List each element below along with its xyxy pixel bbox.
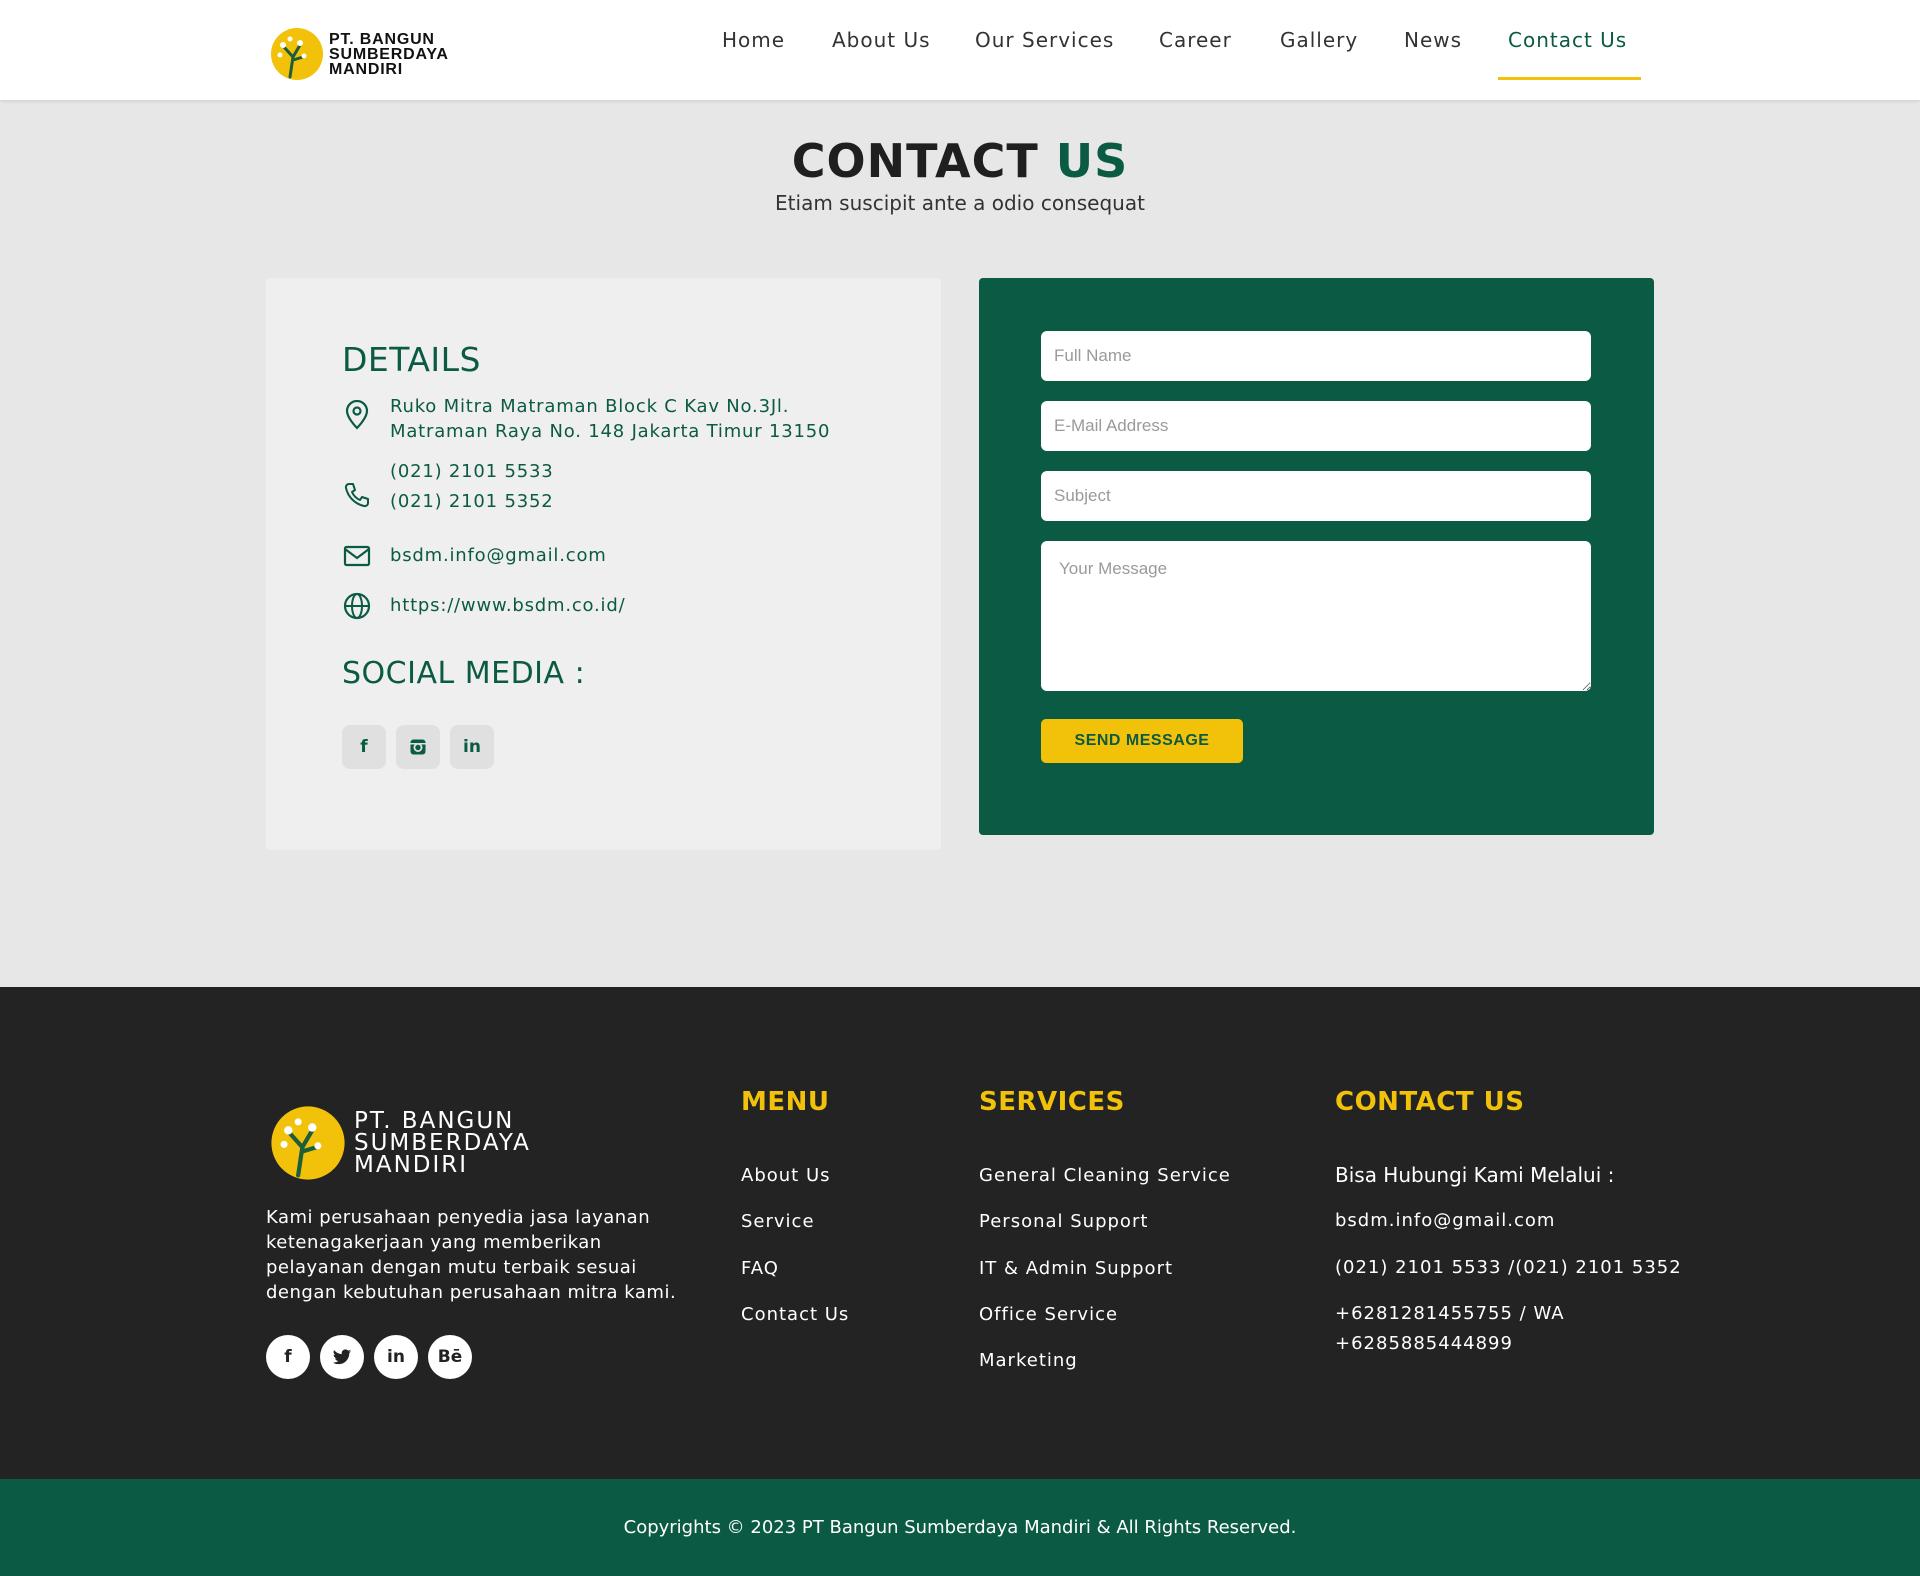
company-logo[interactable]: PT. BANGUN SUMBERDAYA MANDIRI bbox=[270, 27, 449, 81]
nav-our-services[interactable]: Our Services bbox=[975, 28, 1114, 52]
social-media-heading: SOCIAL MEDIA : bbox=[342, 656, 586, 691]
map-pin-icon bbox=[342, 400, 372, 430]
logo-line: PT. BANGUN bbox=[354, 1108, 515, 1134]
logo-line: SUMBERDAYA bbox=[329, 45, 449, 63]
mail-icon bbox=[342, 541, 372, 571]
footer-service-item[interactable]: Office Service bbox=[979, 1304, 1118, 1325]
phone-number[interactable]: (021) 2101 5533 bbox=[390, 457, 553, 487]
footer-menu-about[interactable]: About Us bbox=[741, 1165, 831, 1186]
website-link[interactable]: https://www.bsdm.co.id/ bbox=[390, 593, 625, 618]
footer-service-item[interactable]: Personal Support bbox=[979, 1211, 1148, 1232]
footer-menu-contact[interactable]: Contact Us bbox=[741, 1304, 849, 1325]
footer-contact-heading: CONTACT US bbox=[1335, 1087, 1525, 1117]
nav-home[interactable]: Home bbox=[722, 28, 785, 52]
site-footer: PT. BANGUN SUMBERDAYA MANDIRI Kami perus… bbox=[0, 987, 1920, 1479]
facebook-icon[interactable]: f bbox=[266, 1335, 310, 1379]
title-main: CONTACT bbox=[791, 134, 1039, 188]
title-accent: US bbox=[1055, 134, 1129, 188]
footer-contact-email[interactable]: bsdm.info@gmail.com bbox=[1335, 1206, 1555, 1236]
wa-line: +6285885444899 bbox=[1335, 1333, 1513, 1354]
nav-about-us[interactable]: About Us bbox=[832, 28, 931, 52]
logo-line: PT. BANGUN bbox=[329, 30, 435, 48]
page-title: CONTACT US bbox=[0, 134, 1920, 188]
nav-gallery[interactable]: Gallery bbox=[1280, 28, 1358, 52]
globe-icon bbox=[342, 591, 372, 621]
footer-service-item[interactable]: Marketing bbox=[979, 1350, 1078, 1371]
footer-contact-wa[interactable]: +6281281455755 / WA +6285885444899 bbox=[1335, 1299, 1565, 1359]
phone-row: (021) 2101 5533 (021) 2101 5352 bbox=[342, 461, 553, 512]
send-message-button[interactable]: SEND MESSAGE bbox=[1041, 719, 1243, 763]
nav-contact-us[interactable]: Contact Us bbox=[1508, 28, 1627, 52]
logo-line: MANDIRI bbox=[329, 60, 404, 78]
footer-logo-text: PT. BANGUN SUMBERDAYA MANDIRI bbox=[354, 1108, 531, 1178]
linkedin-icon[interactable]: in bbox=[374, 1335, 418, 1379]
site-header: PT. BANGUN SUMBERDAYA MANDIRI Home About… bbox=[0, 0, 1920, 100]
twitter-icon[interactable] bbox=[320, 1335, 364, 1379]
subject-input[interactable] bbox=[1041, 471, 1591, 521]
description-line: pelayanan dengan mutu terbaik sesuai bbox=[266, 1257, 637, 1278]
footer-contact-phone[interactable]: (021) 2101 5533 /(021) 2101 5352 bbox=[1335, 1253, 1682, 1283]
facebook-icon[interactable]: f bbox=[342, 725, 386, 769]
details-heading: DETAILS bbox=[342, 340, 481, 379]
footer-logo[interactable]: PT. BANGUN SUMBERDAYA MANDIRI bbox=[270, 1105, 531, 1181]
footer-description: Kami perusahaan penyedia jasa layanan ke… bbox=[266, 1205, 706, 1305]
page-subtitle: Etiam suscipit ante a odio consequat bbox=[775, 191, 1145, 215]
footer-service-item[interactable]: IT & Admin Support bbox=[979, 1258, 1173, 1279]
footer-contact-intro: Bisa Hubungi Kami Melalui : bbox=[1335, 1163, 1615, 1187]
email-link[interactable]: bsdm.info@gmail.com bbox=[390, 543, 607, 568]
full-name-input[interactable] bbox=[1041, 331, 1591, 381]
message-textarea[interactable] bbox=[1041, 541, 1591, 691]
address-row: Ruko Mitra Matraman Block C Kav No.3Jl. … bbox=[342, 396, 829, 442]
logo-line: SUMBERDAYA bbox=[354, 1130, 531, 1156]
footer-services-heading: SERVICES bbox=[979, 1087, 1125, 1117]
wa-line: +6281281455755 / WA bbox=[1335, 1303, 1565, 1324]
tree-logo-icon bbox=[271, 28, 323, 80]
contact-form: SEND MESSAGE bbox=[979, 278, 1654, 835]
email-input[interactable] bbox=[1041, 401, 1591, 451]
footer-service-item[interactable]: General Cleaning Service bbox=[979, 1165, 1231, 1186]
details-card: DETAILS Ruko Mitra Matraman Block C Kav … bbox=[266, 278, 941, 850]
logo-text: PT. BANGUN SUMBERDAYA MANDIRI bbox=[329, 30, 449, 78]
footer-menu-service[interactable]: Service bbox=[741, 1211, 815, 1232]
description-line: dengan kebutuhan perusahaan mitra kami. bbox=[266, 1282, 677, 1303]
address-line: Matraman Raya No. 148 Jakarta Timur 1315… bbox=[390, 421, 831, 442]
nav-career[interactable]: Career bbox=[1159, 28, 1232, 52]
tree-logo-icon bbox=[271, 1106, 345, 1180]
description-line: Kami perusahaan penyedia jasa layanan bbox=[266, 1207, 651, 1228]
active-nav-indicator bbox=[1498, 77, 1641, 80]
address-line: Ruko Mitra Matraman Block C Kav No.3Jl. bbox=[390, 396, 790, 417]
footer-menu-faq[interactable]: FAQ bbox=[741, 1258, 779, 1279]
phone-number[interactable]: (021) 2101 5352 bbox=[390, 487, 553, 517]
linkedin-icon[interactable]: in bbox=[450, 725, 494, 769]
email-row: bsdm.info@gmail.com bbox=[342, 541, 606, 571]
phone-icon bbox=[342, 480, 372, 510]
copyright-bar: Copyrights © 2023 PT Bangun Sumberdaya M… bbox=[0, 1479, 1920, 1576]
nav-news[interactable]: News bbox=[1404, 28, 1462, 52]
behance-icon[interactable]: Bē bbox=[428, 1335, 472, 1379]
description-line: ketenagakerjaan yang memberikan bbox=[266, 1232, 602, 1253]
logo-line: MANDIRI bbox=[354, 1152, 469, 1178]
website-row: https://www.bsdm.co.id/ bbox=[342, 591, 625, 621]
footer-menu-heading: MENU bbox=[741, 1087, 830, 1117]
instagram-icon[interactable] bbox=[396, 725, 440, 769]
